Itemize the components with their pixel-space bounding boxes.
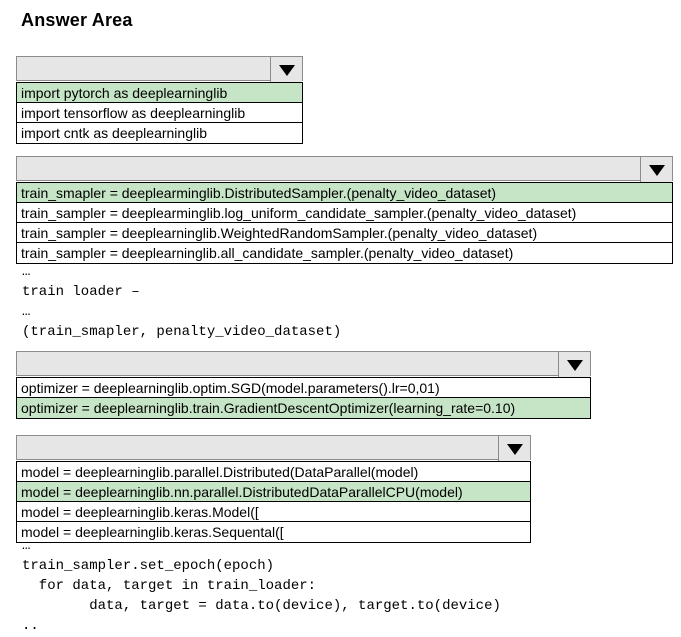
dropdown-option[interactable]: train_sampler = deeplearminglib.log_unif… [17,203,672,223]
dropdown-arrow-icon [279,65,295,76]
dropdown-sampler-bar[interactable] [16,156,673,182]
code-line: … [22,304,31,320]
dropdown-import-toggle[interactable] [270,57,302,82]
code-line: data, target = data.to(device), target.t… [22,598,501,614]
dropdown-import-bar[interactable] [16,56,303,82]
dropdown-optimizer-options: optimizer = deeplearninglib.optim.SGD(mo… [16,377,591,419]
code-line: train_sampler.set_epoch(epoch) [22,558,275,574]
dropdown-model-toggle[interactable] [498,436,530,461]
dropdown-option[interactable]: model = deeplearninglib.parallel.Distrib… [17,462,530,482]
dropdown-option[interactable]: train_sampler = deeplearninglib.Weighted… [17,223,672,243]
code-line: … [22,538,31,554]
dropdown-model-bar[interactable] [16,435,531,461]
dropdown-optimizer-toggle[interactable] [558,352,590,377]
dropdown-arrow-icon [507,444,523,455]
dropdown-sampler-toggle[interactable] [640,157,672,182]
code-line: (train_smapler, penalty_video_dataset) [22,324,342,340]
dropdown-option[interactable]: import tensorflow as deeplearninglib [17,103,302,123]
code-block-training-loop: … train_sampler.set_epoch(epoch) for data… [22,536,501,636]
code-line: for data, target in train_loader: [22,578,317,594]
code-line: .. [22,618,39,634]
dropdown-sampler-options: train_smapler = deeplearminglib.Distribu… [16,182,673,264]
code-block-train-loader: … train loader – … (train_smapler, penalty_… [22,262,341,342]
dropdown-option[interactable]: train_smapler = deeplearminglib.Distribu… [17,183,672,203]
code-line: … [22,264,31,280]
code-line: train loader – [22,284,140,300]
answer-area-title: Answer Area [21,10,133,30]
dropdown-arrow-icon [649,165,665,176]
dropdown-option[interactable]: train_sampler = deeplearninglib.all_cand… [17,243,672,263]
dropdown-import-options: import pytorch as deeplearninglib import … [16,82,303,144]
dropdown-model-options: model = deeplearninglib.parallel.Distrib… [16,461,531,543]
dropdown-option[interactable]: optimizer = deeplearninglib.optim.SGD(mo… [17,378,590,398]
dropdown-option[interactable]: import cntk as deeplearninglib [17,123,302,143]
dropdown-option[interactable]: import pytorch as deeplearninglib [17,83,302,103]
dropdown-option[interactable]: optimizer = deeplearninglib.train.Gradie… [17,398,590,418]
dropdown-arrow-icon [567,360,583,371]
dropdown-optimizer-bar[interactable] [16,351,591,377]
dropdown-option[interactable]: model = deeplearninglib.nn.parallel.Dist… [17,482,530,502]
dropdown-option[interactable]: model = deeplearninglib.keras.Model([ [17,502,530,522]
